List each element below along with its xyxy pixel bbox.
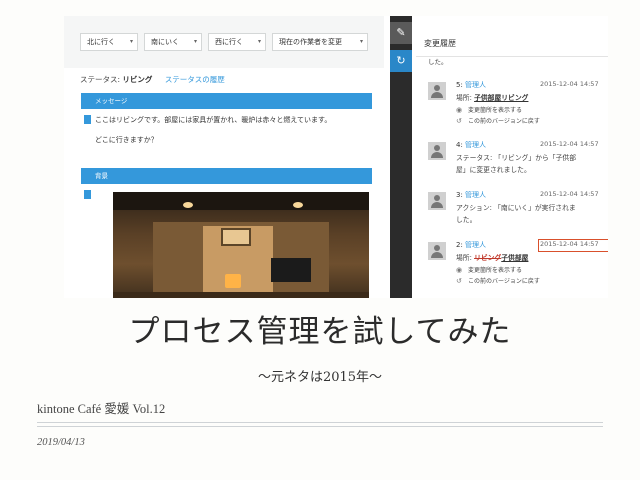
show-diff-link[interactable]: ◉ 変更箇所を表示する: [456, 105, 522, 114]
entry-field-label: 場所:: [456, 94, 472, 102]
go-west-label: 西に行く: [215, 38, 243, 46]
comment-button[interactable]: ✎: [390, 22, 412, 44]
event-name: kintone Café 愛媛 Vol.12: [37, 402, 166, 416]
entry-user[interactable]: 管理人: [465, 141, 486, 149]
chevron-down-icon: ▾: [129, 38, 133, 45]
history-entry: 3: 管理人 2015-12-04 14:57 アクション: 「南にいく」が実行…: [416, 188, 608, 234]
entry-time: 2015-12-04 14:57: [540, 240, 599, 248]
entry-number: 3:: [456, 191, 463, 199]
entry-old-value: リビング: [474, 254, 502, 262]
entry-new-value: 子供部屋: [501, 254, 529, 262]
go-south-label: 南にいく: [151, 38, 179, 46]
living-room-photo: [113, 192, 369, 298]
status-history-link[interactable]: ステータスの履歴: [165, 75, 225, 84]
go-west-button[interactable]: 西に行く ▾: [208, 33, 266, 51]
show-diff-label: 変更箇所を表示する: [468, 107, 523, 114]
entry-user[interactable]: 管理人: [465, 191, 486, 199]
document-icon: [84, 190, 91, 199]
history-entry: 4: 管理人 2015-12-04 14:57 ステータス: 「リビング」から「…: [416, 138, 608, 184]
entry-change-line-2: 屋」に変更されました。: [456, 166, 531, 174]
history-icon: ↻: [396, 54, 406, 67]
status-line: ステータス: リビング ステータスの履歴: [80, 74, 225, 85]
go-north-label: 北に行く: [87, 38, 115, 46]
go-south-button[interactable]: 南にいく ▾: [144, 33, 202, 51]
show-diff-label: 変更箇所を表示する: [468, 267, 523, 274]
history-entry: 2: 管理人 2015-12-04 14:57 場所: リビング子供部屋 ◉ 変更…: [416, 238, 608, 296]
chevron-down-icon: ▾: [257, 38, 261, 45]
slide-title: プロセス管理を試してみた: [128, 314, 512, 350]
entry-header: 2: 管理人: [456, 240, 486, 250]
entry-change-line-1: アクション: 「南にいく」が実行されま: [456, 204, 576, 212]
background-field-header: 背景: [81, 168, 372, 184]
entry-user[interactable]: 管理人: [465, 241, 486, 249]
action-toolbar: 北に行く ▾ 南にいく ▾ 西に行く ▾ 現在の作業者を変更 ▾: [64, 16, 384, 68]
entry-time: 2015-12-04 14:57: [540, 190, 599, 198]
entry-change: 場所: リビング子供部屋: [456, 252, 528, 262]
avatar: [428, 142, 446, 160]
entry-change: 場所: 子供部屋リビング: [456, 92, 528, 102]
revert-link[interactable]: ↺ この前のバージョンに戻す: [456, 116, 540, 125]
avatar: [428, 242, 446, 260]
history-panel: 変更履歴 した。 5: 管理人 2015-12-04 14:57 場所: 子供部…: [416, 16, 608, 298]
slide-subtitle: 〜元ネタは2015年〜: [257, 370, 383, 385]
status-label: ステータス:: [80, 75, 121, 84]
document-icon: [84, 115, 91, 124]
go-north-button[interactable]: 北に行く ▾: [80, 33, 138, 51]
entry-number: 5:: [456, 81, 463, 89]
message-field-header: メッセージ: [81, 93, 372, 109]
divider: [37, 422, 603, 423]
eye-icon: ◉: [456, 266, 463, 274]
history-title: 変更履歴: [424, 39, 456, 48]
chevron-down-icon: ▾: [359, 38, 363, 45]
change-assignee-button[interactable]: 現在の作業者を変更 ▾: [272, 33, 368, 51]
entry-field-value: 子供部屋リビング: [474, 94, 529, 102]
side-toolbar: ✎ ↻: [390, 16, 412, 298]
divider: [37, 426, 603, 427]
background-header-label: 背景: [95, 172, 108, 180]
status-value: リビング: [122, 75, 153, 84]
slide-date: 2019/04/13: [37, 437, 85, 448]
message-line-2: どこに行きますか？: [95, 136, 158, 144]
history-entry: 5: 管理人 2015-12-04 14:57 場所: 子供部屋リビング ◉ 変更…: [416, 78, 608, 136]
eye-icon: ◉: [456, 106, 463, 114]
message-header-label: メッセージ: [95, 97, 128, 105]
history-button[interactable]: ↻: [390, 50, 412, 72]
show-diff-link[interactable]: ◉ 変更箇所を表示する: [456, 265, 522, 274]
entry-change-line-2: した。: [456, 216, 477, 224]
background-field: [81, 184, 372, 298]
revert-label: この前のバージョンに戻す: [468, 278, 540, 285]
record-detail-panel: 北に行く ▾ 南にいく ▾ 西に行く ▾ 現在の作業者を変更 ▾ ステータス: …: [64, 16, 384, 298]
revert-link[interactable]: ↺ この前のバージョンに戻す: [456, 276, 540, 285]
entry-header: 4: 管理人: [456, 140, 486, 150]
message-line-1: ここはリビングです。部屋には家具が置かれ、暖炉は赤々と燃えています。: [95, 116, 332, 124]
avatar: [428, 82, 446, 100]
screenshot: 北に行く ▾ 南にいく ▾ 西に行く ▾ 現在の作業者を変更 ▾ ステータス: …: [64, 16, 608, 298]
entry-user[interactable]: 管理人: [465, 81, 486, 89]
entry-time: 2015-12-04 14:57: [540, 80, 599, 88]
avatar: [428, 192, 446, 210]
entry-header: 5: 管理人: [456, 80, 486, 90]
entry-time: 2015-12-04 14:57: [540, 140, 599, 148]
entry-number: 4:: [456, 141, 463, 149]
entry-number: 2:: [456, 241, 463, 249]
entry-field-label: 場所:: [456, 254, 472, 262]
comment-icon: ✎: [396, 26, 406, 39]
history-previous-text: した。: [428, 58, 448, 66]
message-field: ここはリビングです。部屋には家具が置かれ、暖炉は赤々と燃えています。 どこに行き…: [81, 109, 372, 163]
revert-icon: ↺: [456, 277, 462, 285]
chevron-down-icon: ▾: [193, 38, 197, 45]
entry-header: 3: 管理人: [456, 190, 486, 200]
entry-change-line-1: ステータス: 「リビング」から「子供部: [456, 154, 576, 162]
revert-icon: ↺: [456, 117, 462, 125]
revert-label: この前のバージョンに戻す: [468, 118, 540, 125]
change-assignee-label: 現在の作業者を変更: [279, 38, 342, 46]
